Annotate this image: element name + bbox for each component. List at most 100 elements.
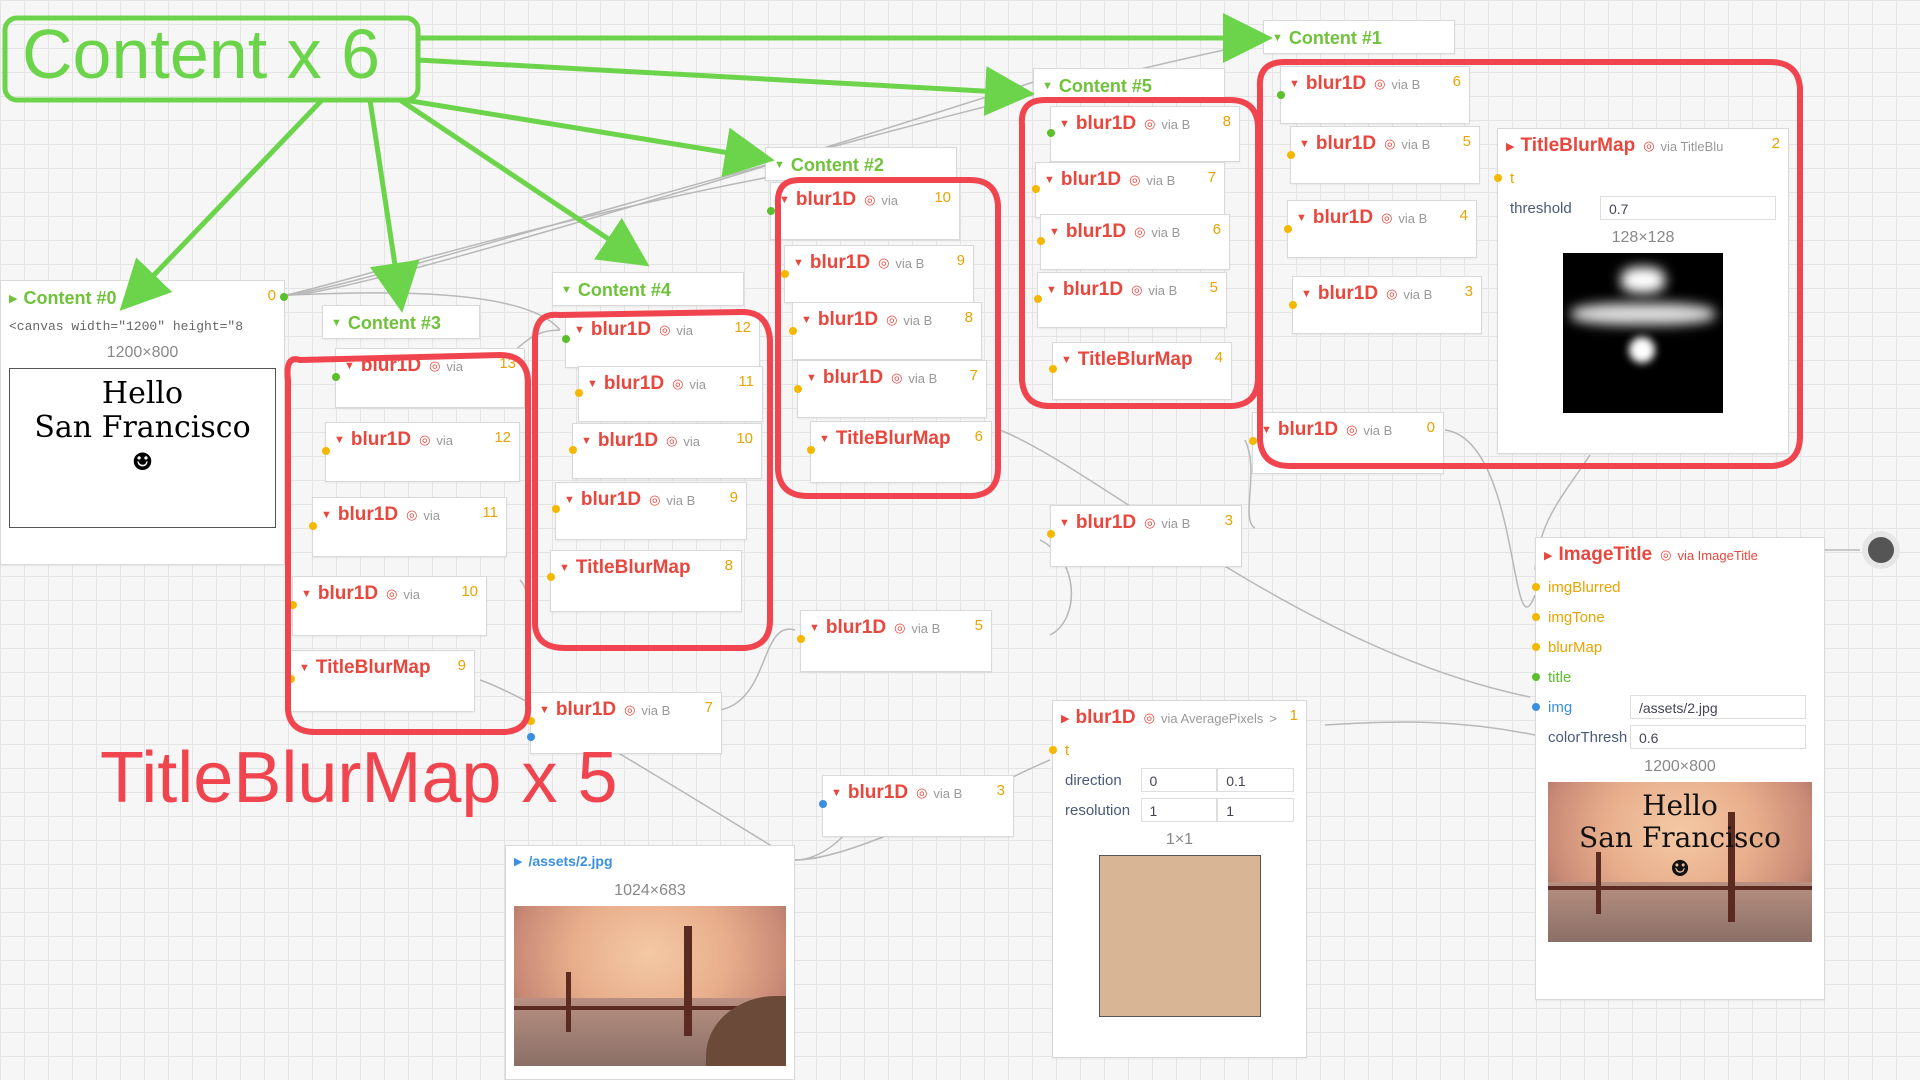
collapse-arrow-icon[interactable]: ▼	[1042, 80, 1053, 92]
direction-x-input[interactable]: 0	[1140, 768, 1218, 792]
input-port[interactable]	[1277, 91, 1285, 99]
input-port[interactable]	[1284, 225, 1292, 233]
titleblurmap-detail-node[interactable]: ▶ TitleBlurMap ◎ via TitleBlu 2 t threshold …	[1494, 128, 1789, 454]
resolution-y-input[interactable]: 1	[1217, 798, 1294, 822]
input-port[interactable]	[794, 385, 802, 393]
input-port[interactable]	[1494, 174, 1502, 182]
output-port[interactable]	[280, 293, 288, 301]
resolution-x-input[interactable]: 1	[1140, 798, 1218, 822]
blur-node[interactable]: ▼ blur1D ◎ via B3	[819, 775, 1014, 837]
input-port[interactable]	[1287, 151, 1295, 159]
input-port[interactable]	[1289, 301, 1297, 309]
input-port[interactable]	[1532, 643, 1540, 651]
collapse-arrow-icon[interactable]: ▼	[561, 284, 572, 296]
input-port[interactable]	[332, 373, 340, 381]
image-title-node[interactable]: ▶ ImageTitle ◎ via ImageTitle imgBlurred im…	[1532, 537, 1825, 1000]
blur-node[interactable]: ▼ blur1D ◎ via 12	[562, 312, 760, 368]
collapse-arrow-icon[interactable]: ▼	[1272, 32, 1283, 44]
input-port[interactable]	[789, 327, 797, 335]
blur-node[interactable]: ▼ blur1D ◎ via B5	[797, 610, 992, 672]
content-node-0[interactable]: ▶ Content #0 0 <canvas width="1200" heig…	[0, 280, 288, 565]
blur-node[interactable]: ▼ blur1D ◎ via 13	[332, 348, 525, 408]
input-port[interactable]	[1032, 185, 1040, 193]
input-port[interactable]	[1034, 295, 1042, 303]
blur-node[interactable]: ▼ blur1D ◎ via B6	[1277, 66, 1470, 124]
input-port[interactable]	[575, 389, 583, 397]
content-node-3[interactable]: ▼ Content #3	[322, 305, 480, 339]
blur-node[interactable]: ▼ blur1D ◎ via B5	[1287, 126, 1480, 184]
content-node-header[interactable]: ▼ Content #1	[1264, 21, 1454, 55]
blur-node[interactable]: ▼ blur1D ◎ via B7	[1032, 162, 1225, 218]
blur-node[interactable]: ▼ blur1D ◎ via B3	[1289, 276, 1482, 334]
titleblurmap-node[interactable]: ▼ TitleBlurMap 6	[807, 421, 992, 483]
titleblurmap-node[interactable]: ▼ TitleBlurMap 9	[287, 650, 475, 712]
average-pixels-node[interactable]: ▶ blur1D ◎ via AveragePixels >1 t direction …	[1049, 700, 1307, 1058]
threshold-input[interactable]: 0.7	[1600, 196, 1776, 220]
blur-node[interactable]: ▼ blur1D ◎ via B6	[1037, 214, 1230, 270]
content-node-5[interactable]: ▼ Content #5	[1033, 68, 1225, 102]
blur-node[interactable]: ▼ blur1D ◎ via 10	[569, 423, 762, 479]
blur-node[interactable]: ▼ blur1D ◎ via B9	[552, 482, 747, 540]
input-port[interactable]	[1532, 703, 1540, 711]
input-port[interactable]	[287, 675, 295, 683]
input-port[interactable]	[309, 522, 317, 530]
content-node-header[interactable]: ▼ Content #2	[766, 148, 956, 182]
input-port[interactable]	[1532, 613, 1540, 621]
input-port[interactable]	[322, 447, 330, 455]
input-port[interactable]	[1047, 530, 1055, 538]
content-node-2[interactable]: ▼ Content #2	[765, 147, 957, 181]
input-port[interactable]	[569, 446, 577, 454]
input-port[interactable]	[1532, 673, 1540, 681]
content-node-header[interactable]: ▶ Content #0 0	[1, 281, 284, 315]
blur-node[interactable]: ▼ blur1D ◎ via B8	[789, 302, 982, 360]
direction-y-input[interactable]: 0.1	[1217, 768, 1294, 792]
titleblurmap-node[interactable]: ▼ TitleBlurMap 4	[1049, 342, 1232, 400]
content-node-header[interactable]: ▼ Content #3	[323, 306, 479, 340]
blur-node[interactable]: ▼ blur1D ◎ via 11	[309, 497, 507, 557]
collapse-arrow-icon[interactable]: ▼	[774, 159, 785, 171]
content-node-1[interactable]: ▼ Content #1	[1263, 20, 1455, 54]
input-port[interactable]	[797, 635, 805, 643]
blur-node[interactable]: ▼ blur1D ◎ via 12	[322, 422, 520, 482]
content-node-header[interactable]: ▼ Content #4	[553, 273, 743, 307]
input-port[interactable]	[1037, 237, 1045, 245]
input-port[interactable]	[1047, 129, 1055, 137]
expand-arrow-icon[interactable]: ▶	[1544, 549, 1552, 562]
input-port[interactable]	[807, 446, 815, 454]
input-port[interactable]	[1532, 583, 1540, 591]
input-port[interactable]	[547, 573, 555, 581]
content-node-header[interactable]: ▼ Content #5	[1034, 69, 1224, 103]
expand-arrow-icon[interactable]: ▶	[514, 855, 522, 868]
content-node-4[interactable]: ▼ Content #4	[552, 272, 744, 306]
input-port[interactable]	[289, 601, 297, 609]
blur-node[interactable]: ▼ blur1D ◎ via B4	[1284, 200, 1477, 258]
asset-node[interactable]: ▶ /assets/2.jpg 1024×683	[505, 845, 795, 1080]
expand-arrow-icon[interactable]: ▶	[1506, 140, 1514, 153]
blur-node[interactable]: ▼ blur1D ◎ via B7	[794, 360, 987, 418]
blur-node[interactable]: ▼ blur1D ◎ via B0	[1249, 412, 1444, 474]
input-port[interactable]	[527, 733, 535, 741]
input-port[interactable]	[781, 270, 789, 278]
titleblurmap-node[interactable]: ▼ TitleBlurMap 8	[547, 550, 742, 612]
blur-node[interactable]: ▼ blur1D ◎ via B9	[781, 245, 974, 303]
blur-node[interactable]: ▼ blur1D ◎ via 10	[289, 576, 487, 636]
blur-node[interactable]: ▼ blur1D ◎ via 10	[767, 182, 960, 240]
blur-node[interactable]: ▼ blur1D ◎ via B3	[1047, 505, 1242, 567]
color-thresh-input[interactable]: 0.6	[1630, 725, 1806, 749]
output-terminal[interactable]	[1862, 531, 1900, 569]
expand-arrow-icon[interactable]: ▶	[9, 292, 17, 305]
input-port[interactable]	[819, 800, 827, 808]
blur-node[interactable]: ▼ blur1D ◎ via B5	[1034, 272, 1227, 328]
expand-arrow-icon[interactable]: ▶	[1061, 712, 1069, 725]
blur-node[interactable]: ▼ blur1D ◎ via 11	[575, 366, 763, 422]
input-port[interactable]	[767, 207, 775, 215]
blur-node[interactable]: ▼ blur1D ◎ via B8	[1047, 106, 1240, 162]
input-port[interactable]	[1249, 437, 1257, 445]
collapse-arrow-icon[interactable]: ▼	[331, 317, 342, 329]
input-port[interactable]	[1049, 746, 1057, 754]
input-port[interactable]	[527, 717, 535, 725]
input-port[interactable]	[562, 335, 570, 343]
img-path-input[interactable]: /assets/2.jpg	[1630, 695, 1806, 719]
blur-node[interactable]: ▼ blur1D ◎ via B7	[527, 692, 722, 754]
input-port[interactable]	[1049, 365, 1057, 373]
